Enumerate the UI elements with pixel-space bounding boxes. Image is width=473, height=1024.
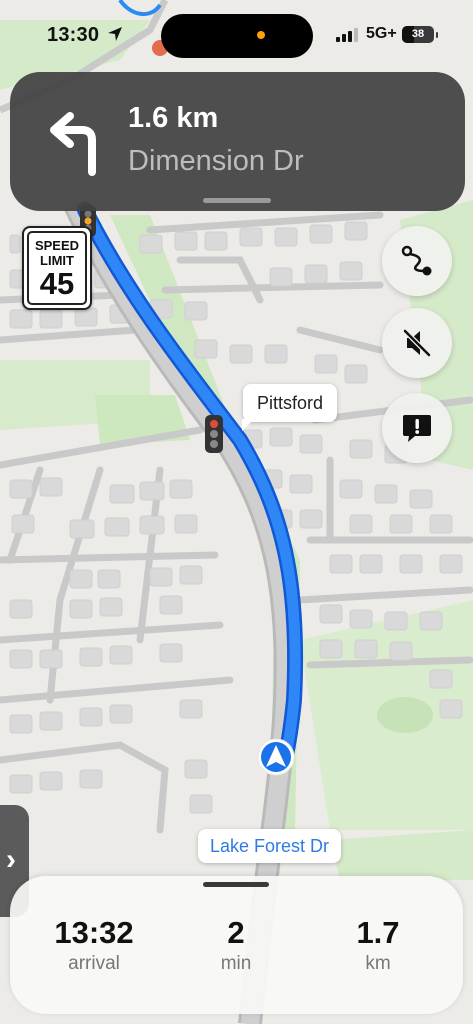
report-incident-icon [403,415,431,442]
network-type: 5G+ [366,25,397,42]
arrival-stat: 13:32 arrival [24,916,164,976]
distance-value: 1.7 [356,915,400,950]
next-street-name: Dimension Dr [128,145,304,177]
current-road-label: Lake Forest Dr [198,829,342,863]
speed-limit-value: 45 [39,266,75,301]
turn-left-icon [50,112,96,176]
speed-limit-sign: SPEED LIMIT 45 [22,226,92,310]
status-time: 13:30 [47,24,100,46]
status-bar: 13:30 5G+ 38 [0,0,473,70]
location-arrow-icon [108,27,122,41]
maneuver-distance: 1.6 km [128,102,219,134]
battery-percent: 38 [411,28,425,40]
distance-stat: 1.7 km [308,916,448,976]
privacy-indicator-dot [257,31,265,39]
navigation-banner[interactable]: 1.6 km Dimension Dr [10,72,465,211]
dynamic-island [161,14,313,58]
place-label[interactable]: Pittsford [241,384,338,431]
distance-unit: km [365,953,391,974]
report-incident-button[interactable] [382,393,452,463]
banner-grabber[interactable] [203,198,271,203]
trip-panel-grabber[interactable] [203,882,269,887]
trip-info-panel[interactable]: 13:32 arrival 2 min 1.7 km [10,876,463,1014]
speed-limit-label: SPEED LIMIT [29,238,85,268]
speed-label-line1: SPEED [34,238,80,253]
cellular-signal-icon [336,28,358,42]
duration-unit: min [220,953,252,974]
arrival-label: arrival [68,953,120,974]
audio-mute-button[interactable] [382,308,452,378]
arrival-time: 13:32 [54,915,134,950]
battery-indicator: 38 [402,26,438,43]
route-icon [401,245,432,276]
chevron-right-icon: › [6,843,16,876]
route-overview-button[interactable] [382,226,452,296]
duration-value: 2 [227,915,245,950]
speaker-muted-icon [403,329,431,357]
duration-stat: 2 min [166,916,306,976]
speed-limit-inner: SPEED LIMIT 45 [27,231,87,305]
